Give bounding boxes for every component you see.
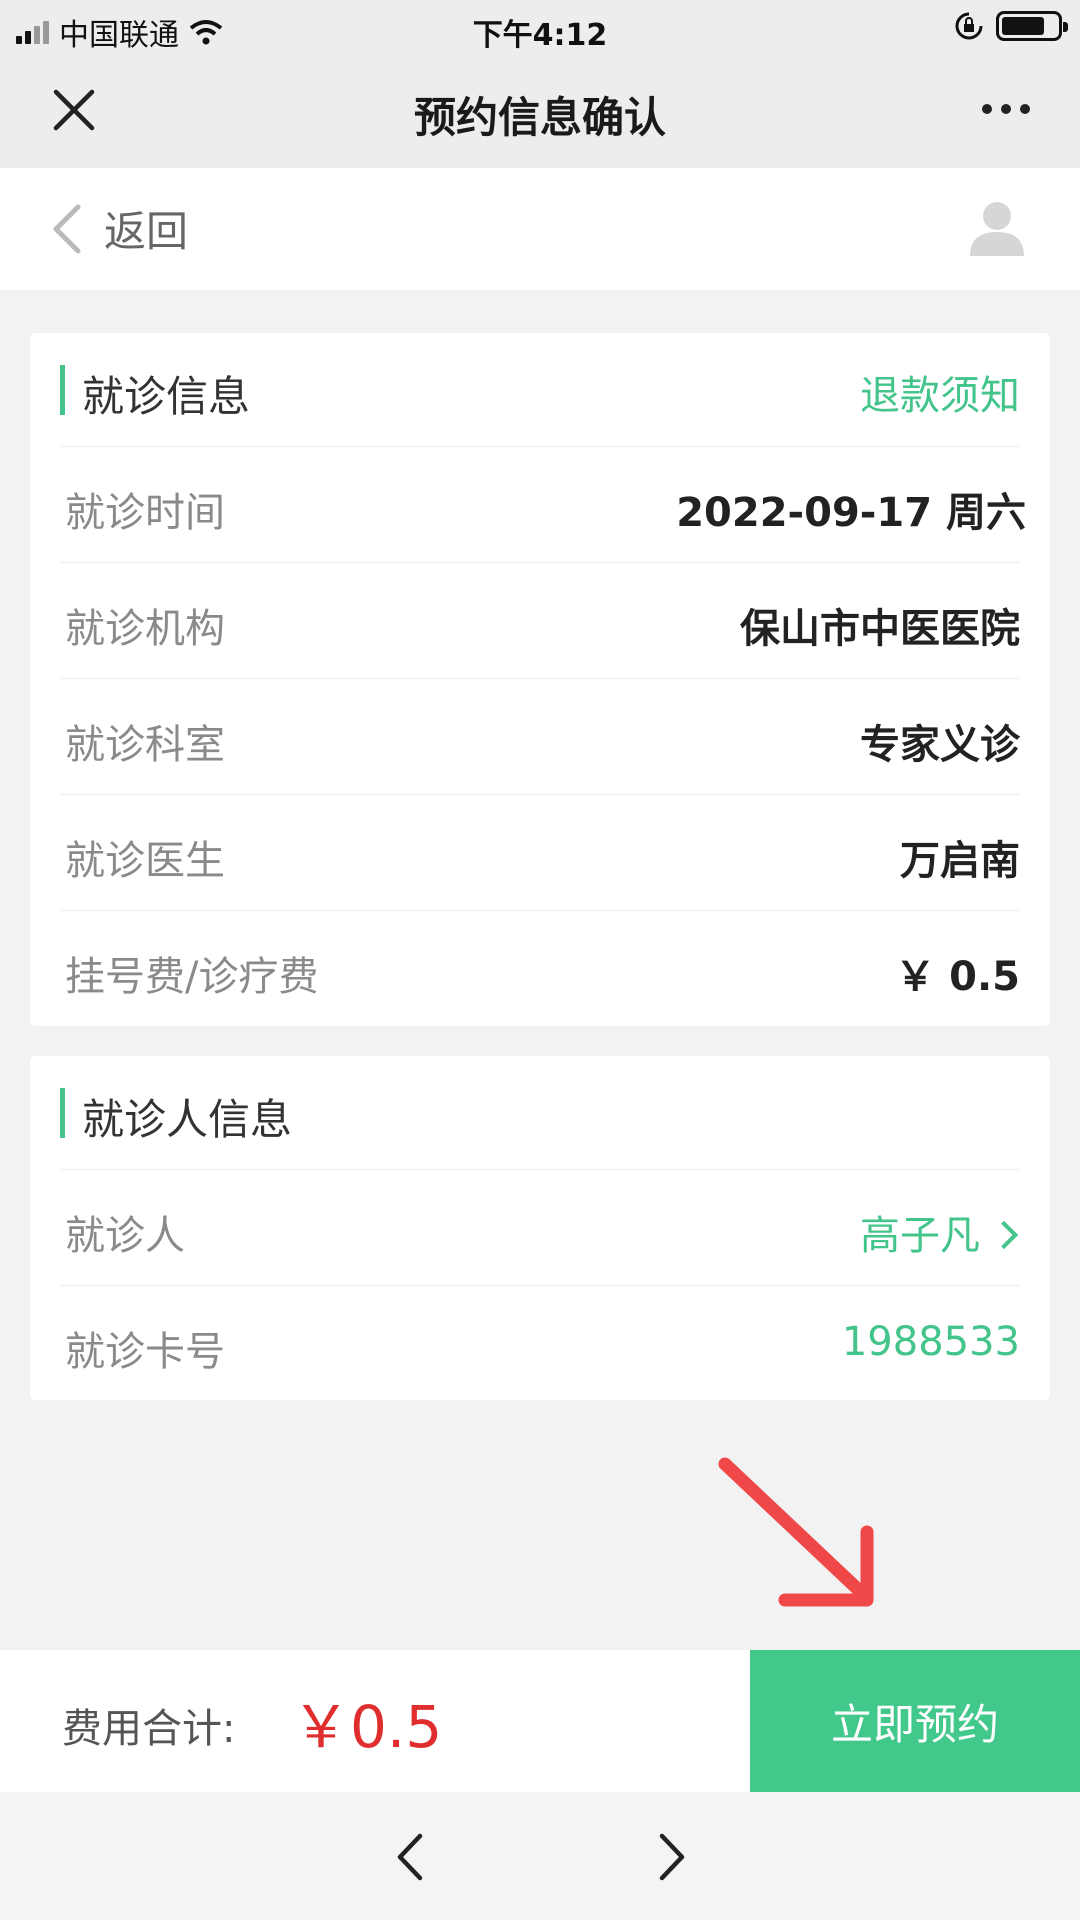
- visit-info-heading: 就诊信息: [82, 372, 251, 421]
- section-accent-bar: [60, 1088, 65, 1138]
- patient-row[interactable]: 就诊人 高子凡: [60, 1170, 1020, 1286]
- visit-time-value: 2022-09-17 周六: [676, 490, 1026, 536]
- battery-icon: [996, 11, 1068, 41]
- rotation-lock-icon: [955, 12, 983, 40]
- visit-fee-value: ￥ 0.5: [895, 954, 1020, 1000]
- patient-info-header: 就诊人信息: [60, 1056, 1020, 1170]
- card-number-row: 就诊卡号 1988533: [60, 1286, 1020, 1402]
- patient-label: 就诊人: [65, 1213, 185, 1259]
- total-value: ￥0.5: [292, 1693, 443, 1761]
- visit-department-value: 专家义诊: [860, 722, 1020, 768]
- visit-info-card: 就诊信息 退款须知 就诊时间 2022-09-17 周六 就诊机构 保山市中医医…: [30, 333, 1050, 1026]
- card-number-label: 就诊卡号: [65, 1329, 225, 1375]
- refund-notice-link[interactable]: 退款须知: [860, 363, 1020, 421]
- patient-info-heading: 就诊人信息: [82, 1095, 293, 1144]
- visit-info-header: 就诊信息 退款须知: [60, 333, 1020, 447]
- total-label: 费用合计:: [62, 1706, 236, 1752]
- visit-doctor-row: 就诊医生 万启南: [60, 795, 1020, 911]
- visit-department-row: 就诊科室 专家义诊: [60, 679, 1020, 795]
- back-chevron-icon: [53, 204, 81, 253]
- user-avatar-icon[interactable]: [966, 196, 1028, 258]
- patient-selector[interactable]: 高子凡: [860, 1203, 1020, 1261]
- nav-bar: 返回: [0, 168, 1080, 290]
- prev-page-icon[interactable]: [390, 1832, 430, 1882]
- arrow-annotation-icon: [718, 1457, 874, 1607]
- visit-institution-label: 就诊机构: [65, 606, 225, 652]
- visit-doctor-value: 万启南: [900, 838, 1020, 884]
- more-icon[interactable]: [982, 104, 1030, 114]
- book-now-button[interactable]: 立即预约: [750, 1650, 1080, 1792]
- browser-bottom-bar: [0, 1792, 1080, 1920]
- page-title: 预约信息确认: [413, 93, 666, 142]
- status-bar: 中国联通 下午4:12: [0, 0, 1080, 54]
- next-page-icon[interactable]: [652, 1832, 692, 1882]
- back-label: 返回: [104, 207, 189, 256]
- patient-name: 高子凡: [860, 1213, 980, 1259]
- visit-fee-label: 挂号费/诊疗费: [65, 954, 319, 1000]
- visit-time-row: 就诊时间 2022-09-17 周六: [60, 447, 1026, 563]
- visit-department-label: 就诊科室: [65, 722, 225, 768]
- visit-institution-row: 就诊机构 保山市中医医院: [60, 563, 1020, 679]
- chevron-right-icon: [989, 1220, 1019, 1250]
- title-bar: 预约信息确认: [0, 54, 1080, 168]
- visit-doctor-label: 就诊医生: [65, 838, 225, 884]
- visit-time-label: 就诊时间: [65, 490, 225, 536]
- visit-fee-row: 挂号费/诊疗费 ￥ 0.5: [60, 911, 1020, 1027]
- back-button[interactable]: 返回: [50, 198, 188, 259]
- visit-institution-value: 保山市中医医院: [740, 606, 1020, 652]
- status-right: [954, 11, 1068, 41]
- card-number-value: 1988533: [841, 1319, 1020, 1365]
- status-time: 下午4:12: [472, 18, 608, 53]
- patient-info-card: 就诊人信息 就诊人 高子凡 就诊卡号 1988533: [30, 1056, 1050, 1400]
- section-accent-bar: [60, 365, 65, 415]
- footer-bar: 费用合计: ￥0.5 立即预约: [0, 1650, 1080, 1792]
